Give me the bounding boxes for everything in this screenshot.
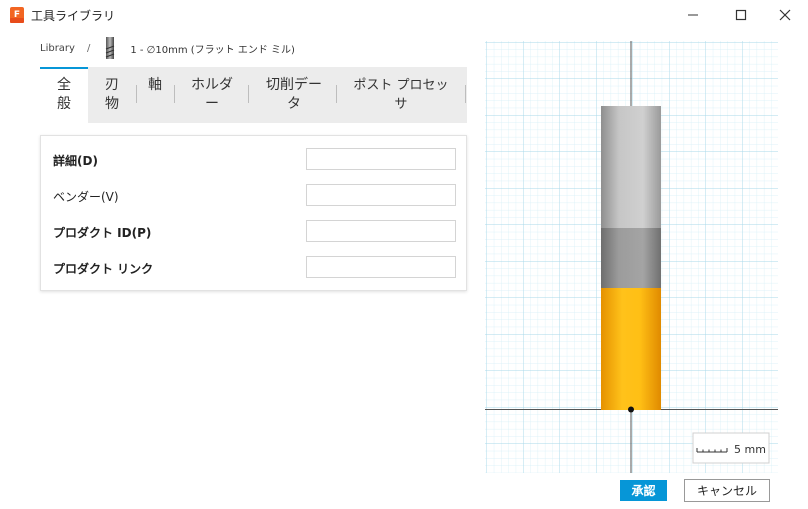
maximize-button[interactable] [718, 0, 764, 30]
tool-tip-point [628, 406, 634, 413]
product-id-input[interactable] [306, 220, 456, 242]
tab-bar: 全 般 刃 物 軸 ホルダ ー 切削デー タ ポスト プロセッ サ [40, 67, 467, 123]
tool-preview[interactable]: 5 mm [485, 41, 778, 473]
tab-label: 全 [57, 77, 71, 93]
svg-text:F: F [14, 10, 20, 20]
tab-holder[interactable]: ホルダ ー [182, 67, 242, 123]
tab-label: ー [205, 96, 219, 112]
window-title: 工具ライブラリ [31, 9, 116, 23]
description-input[interactable] [306, 148, 456, 170]
tab-label: 般 [57, 96, 71, 112]
tab-label: 物 [105, 96, 119, 112]
maximize-icon [735, 9, 747, 21]
flat-end-mill-icon [106, 37, 115, 59]
tab-divider [136, 85, 137, 103]
tool-flute-body [601, 288, 661, 410]
vendor-input[interactable] [306, 184, 456, 206]
tab-post-processor[interactable]: ポスト プロセッ サ [340, 67, 462, 123]
breadcrumb: Library / 1 - ∅10mm (フラット エンド ミル) [40, 37, 295, 59]
general-form-panel: 詳細(D) ベンダー(V) プロダクト ID(P) プロダクト リンク [40, 135, 467, 291]
tab-label: 切削デー [266, 77, 322, 93]
breadcrumb-library-link[interactable]: Library [40, 43, 75, 54]
tab-general[interactable]: 全 般 [40, 67, 88, 123]
tab-cutter[interactable]: 刃 物 [98, 67, 126, 123]
tab-label: タ [287, 96, 301, 112]
close-button[interactable] [762, 0, 808, 30]
tab-shaft[interactable]: 軸 [144, 67, 166, 123]
scale-label: 5 mm [734, 443, 766, 456]
fusion-app-icon: F [10, 7, 24, 23]
tab-label: 軸 [148, 77, 162, 93]
tab-label: 刃 [105, 77, 119, 93]
ok-button[interactable]: 承認 [620, 480, 667, 501]
vendor-label: ベンダー(V) [53, 190, 119, 204]
scale-indicator: 5 mm [692, 432, 770, 464]
tool-shank-body [601, 228, 661, 288]
tab-label: サ [394, 97, 408, 112]
title-bar: F 工具ライブラリ [0, 0, 808, 30]
cancel-button[interactable]: キャンセル [684, 479, 770, 502]
tab-divider [174, 85, 175, 103]
tab-divider [465, 85, 466, 103]
product-link-input[interactable] [306, 256, 456, 278]
close-icon [779, 9, 791, 21]
breadcrumb-tool-name: 1 - ∅10mm (フラット エンド ミル) [130, 44, 295, 56]
product-link-label: プロダクト リンク [53, 262, 154, 276]
product-id-label: プロダクト ID(P) [53, 226, 152, 240]
minimize-button[interactable] [670, 0, 716, 30]
tab-divider [248, 85, 249, 103]
minimize-icon [688, 14, 698, 16]
tool-holder-body [601, 106, 661, 228]
tab-cutting-data[interactable]: 切削デー タ [256, 67, 332, 123]
tab-divider [336, 85, 337, 103]
description-label: 詳細(D) [53, 154, 98, 168]
tab-label: ポスト プロセッ [353, 78, 449, 93]
breadcrumb-separator: / [86, 42, 91, 54]
tab-label: ホルダ [191, 77, 233, 93]
